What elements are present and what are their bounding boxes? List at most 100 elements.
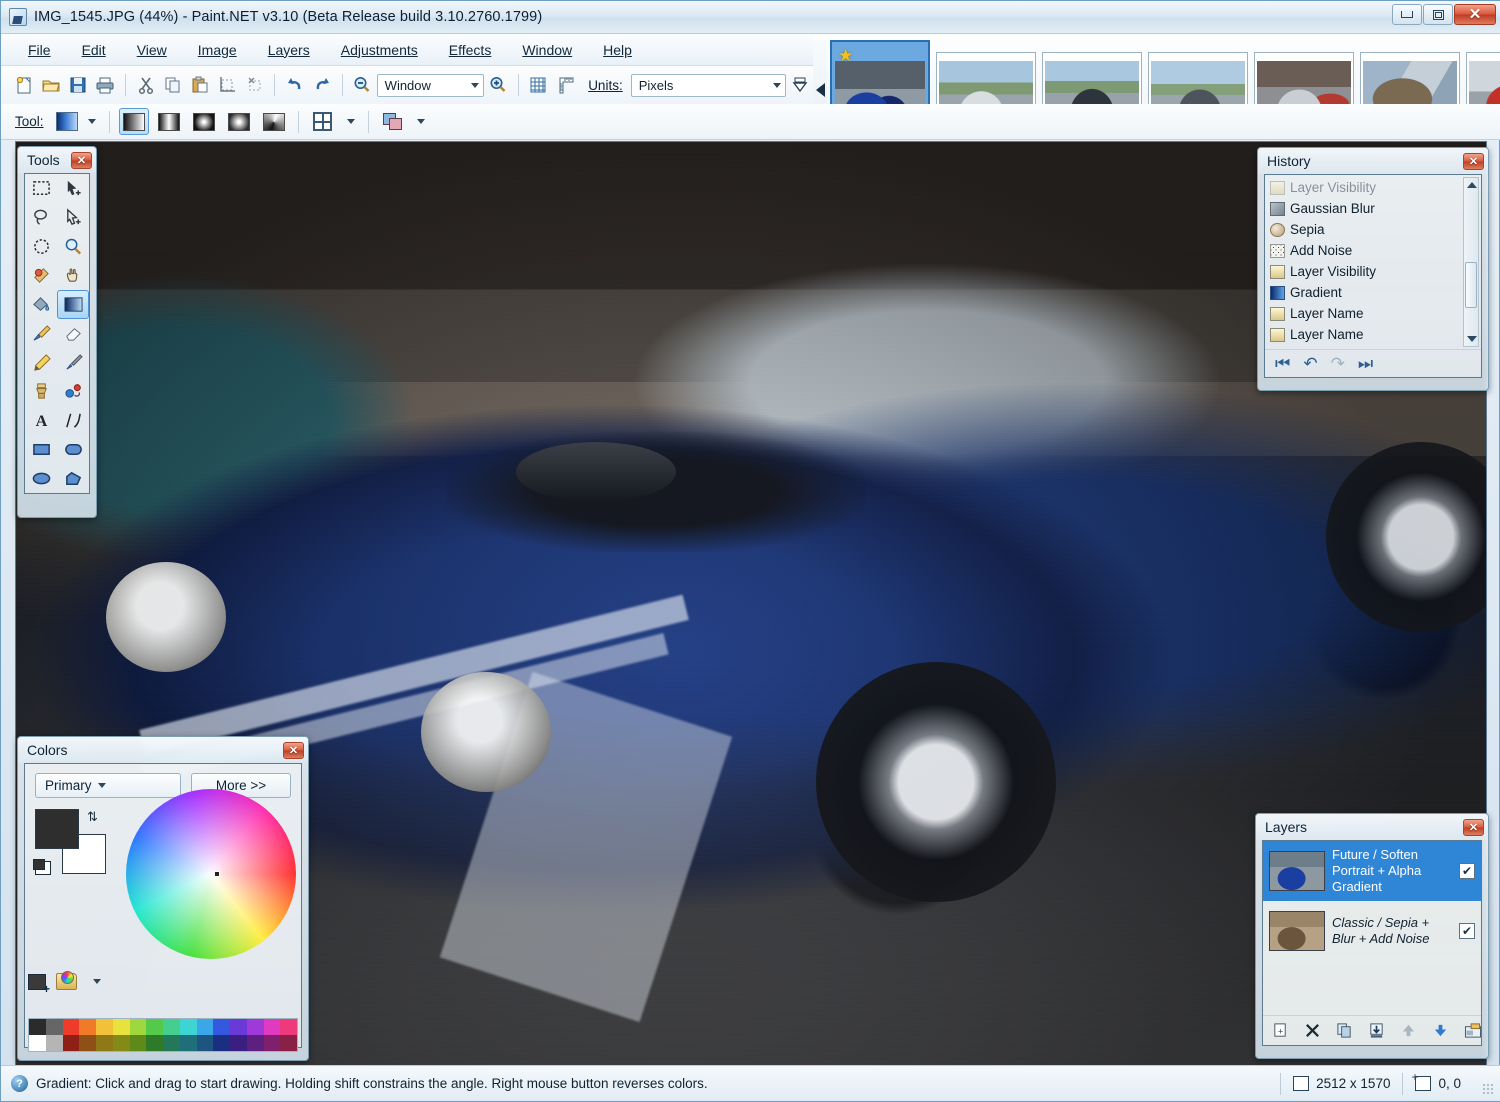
blend-mode-button[interactable] <box>378 108 408 135</box>
swatch[interactable] <box>247 1019 264 1035</box>
swatch[interactable] <box>46 1019 63 1035</box>
rounded-rectangle-tool[interactable] <box>57 435 89 464</box>
freeform-shape-tool[interactable] <box>57 464 89 493</box>
reset-colors-icon[interactable] <box>35 861 51 875</box>
swatch[interactable] <box>247 1035 264 1051</box>
lasso-select-tool[interactable] <box>25 203 57 232</box>
gradient-diamond-button[interactable] <box>224 108 254 135</box>
zoom-level-combo[interactable]: Window <box>377 74 484 97</box>
swatch[interactable] <box>113 1019 130 1035</box>
menu-view[interactable]: View <box>124 37 180 63</box>
ellipse-select-tool[interactable] <box>25 232 57 261</box>
menu-file[interactable]: File <box>15 37 64 63</box>
zoom-out-icon[interactable] <box>349 71 374 99</box>
move-selection-tool[interactable] <box>57 203 89 232</box>
swap-colors-icon[interactable]: ⇅ <box>87 809 98 825</box>
colors-panel-header[interactable]: Colors ✕ <box>18 737 308 763</box>
swatch[interactable] <box>197 1035 214 1051</box>
color-wheel-cursor[interactable] <box>214 871 220 877</box>
history-item[interactable]: Sepia <box>1267 219 1481 240</box>
swatch[interactable] <box>264 1019 281 1035</box>
history-item[interactable]: Gradient <box>1267 282 1481 303</box>
swatch[interactable] <box>46 1035 63 1051</box>
active-tool-button[interactable] <box>54 108 80 136</box>
palette-folder-icon[interactable] <box>56 973 77 990</box>
ellipse-shape-tool[interactable] <box>25 464 57 493</box>
delete-layer-button[interactable] <box>1304 1022 1321 1040</box>
swatch[interactable] <box>113 1035 130 1051</box>
swatch[interactable] <box>29 1035 46 1051</box>
tools-panel-close-button[interactable]: ✕ <box>71 152 92 169</box>
duplicate-layer-button[interactable] <box>1336 1022 1353 1040</box>
gradient-linear-button[interactable] <box>119 108 149 135</box>
crop-icon[interactable] <box>215 71 240 99</box>
swatch[interactable] <box>29 1019 46 1035</box>
history-item[interactable]: Layer Name <box>1267 345 1481 349</box>
swatch[interactable] <box>63 1019 80 1035</box>
rectangle-select-tool[interactable] <box>25 174 57 203</box>
gradient-conical-button[interactable] <box>259 108 289 135</box>
add-color-to-palette-icon[interactable] <box>28 974 46 990</box>
units-combo[interactable]: Pixels <box>631 74 786 97</box>
print-icon[interactable] <box>93 71 118 99</box>
history-panel-header[interactable]: History ✕ <box>1258 148 1488 174</box>
swatch[interactable] <box>163 1035 180 1051</box>
menu-window[interactable]: Window <box>509 37 585 63</box>
swatch[interactable] <box>130 1019 147 1035</box>
layer-visibility-checkbox[interactable]: ✔ <box>1459 923 1475 939</box>
swatch[interactable] <box>230 1035 247 1051</box>
restore-button[interactable] <box>1423 4 1453 25</box>
open-icon[interactable] <box>38 71 63 99</box>
grid-icon[interactable] <box>526 71 551 99</box>
tools-panel-header[interactable]: Tools ✕ <box>18 147 96 173</box>
swatch[interactable] <box>96 1035 113 1051</box>
cut-icon[interactable] <box>133 71 158 99</box>
history-rewind-button[interactable]: ⏮ <box>1275 355 1290 372</box>
swatch[interactable] <box>264 1035 281 1051</box>
swatch[interactable] <box>146 1035 163 1051</box>
clone-stamp-tool[interactable] <box>25 377 57 406</box>
history-panel-close-button[interactable]: ✕ <box>1463 153 1484 170</box>
swatch[interactable] <box>130 1035 147 1051</box>
chevron-down-icon[interactable] <box>417 119 425 124</box>
close-button[interactable]: ✕ <box>1454 4 1496 25</box>
layers-panel-close-button[interactable]: ✕ <box>1463 819 1484 836</box>
menu-adjustments[interactable]: Adjustments <box>328 37 431 63</box>
gradient-radial-button[interactable] <box>189 108 219 135</box>
chevron-down-icon[interactable] <box>93 979 101 984</box>
scrollbar-thumb[interactable] <box>1465 262 1477 308</box>
colors-panel-close-button[interactable]: ✕ <box>283 742 304 759</box>
color-wheel[interactable] <box>126 789 296 959</box>
menu-help[interactable]: Help <box>590 37 645 63</box>
history-fastforward-button[interactable]: ⏭ <box>1358 355 1373 372</box>
menu-edit[interactable]: Edit <box>69 37 119 63</box>
layer-visibility-checkbox[interactable]: ✔ <box>1459 863 1475 879</box>
tool-window-icon[interactable] <box>788 71 813 99</box>
which-color-combo[interactable]: Primary <box>35 773 181 798</box>
menu-image[interactable]: Image <box>185 37 250 63</box>
resize-grip[interactable] <box>1482 1083 1494 1095</box>
scroll-up-icon[interactable] <box>1467 182 1477 188</box>
history-item[interactable]: Layer Name <box>1267 303 1481 324</box>
menu-layers[interactable]: Layers <box>255 37 323 63</box>
paint-bucket-tool[interactable] <box>25 290 57 319</box>
color-picker-tool[interactable] <box>57 348 89 377</box>
paste-icon[interactable] <box>187 71 212 99</box>
palette-row-dark[interactable] <box>29 1035 297 1051</box>
scroll-down-icon[interactable] <box>1467 336 1477 342</box>
menu-effects[interactable]: Effects <box>436 37 505 63</box>
history-item[interactable]: Add Noise <box>1267 240 1481 261</box>
move-layer-down-button[interactable] <box>1432 1022 1449 1040</box>
rulers-icon[interactable] <box>553 71 578 99</box>
swatch[interactable] <box>230 1019 247 1035</box>
history-item[interactable]: Gaussian Blur <box>1267 198 1481 219</box>
swatch[interactable] <box>280 1019 297 1035</box>
history-undo-button[interactable]: ↶ <box>1303 355 1317 372</box>
deselect-icon[interactable] <box>242 71 267 99</box>
zoom-tool[interactable] <box>57 232 89 261</box>
paintbrush-tool[interactable] <box>25 319 57 348</box>
chevron-down-icon[interactable] <box>347 119 355 124</box>
zoom-in-icon[interactable] <box>486 71 511 99</box>
move-selected-tool[interactable] <box>57 174 89 203</box>
save-icon[interactable] <box>66 71 91 99</box>
